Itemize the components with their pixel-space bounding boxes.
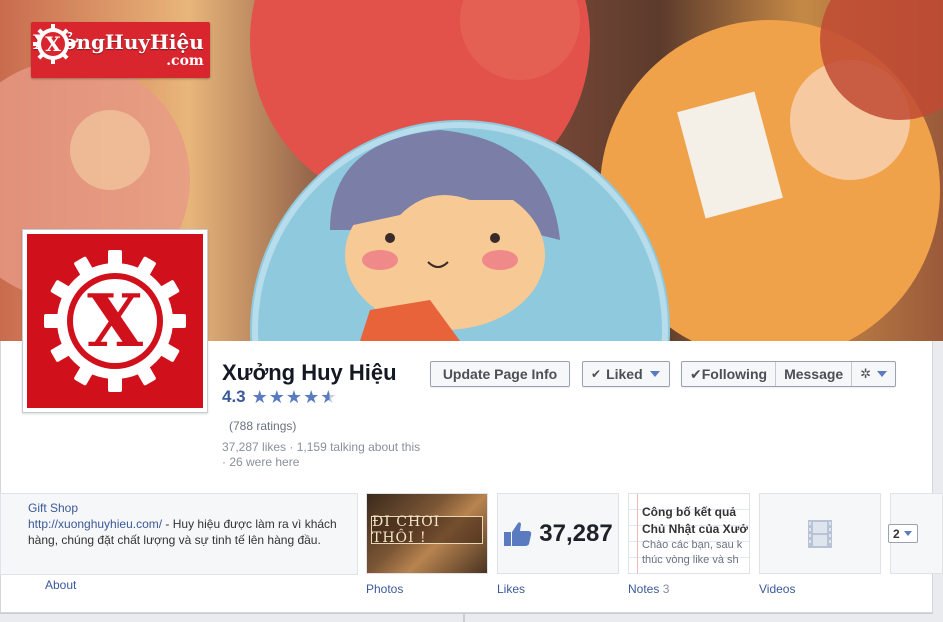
likes-count: 37,287	[539, 519, 613, 547]
note-title: Công bố kết quả Chủ Nhật của Xưở	[642, 504, 748, 538]
svg-text:X: X	[45, 32, 61, 56]
note-excerpt: Chào các bạn, sau k thúc vòng like và sh	[642, 538, 742, 568]
tab-videos[interactable]: Videos	[759, 582, 795, 596]
liked-label: Liked	[606, 366, 643, 382]
thumbs-up-icon	[504, 521, 532, 546]
photo-banner-text: ĐI CHƠI THÔI !	[371, 514, 483, 546]
notes-count: 3	[662, 582, 670, 596]
rating-stars: ★ ★ ★ ★ ★	[252, 388, 337, 406]
page-category[interactable]: Gift Shop	[28, 501, 347, 515]
note-excerpt-line: Chào các bạn, sau k	[642, 539, 743, 551]
svg-text:X: X	[87, 278, 143, 363]
film-icon	[808, 519, 832, 548]
message-button[interactable]: Message	[776, 362, 853, 386]
cover-logo: X XưởngHuyHiệu .com	[31, 22, 210, 78]
tab-notes-label: Notes	[628, 582, 660, 596]
check-icon: ✔	[690, 365, 702, 382]
about-box[interactable]: Gift Shop http://xuonghuyhieu.com/ - Huy…	[0, 493, 358, 575]
tab-about[interactable]: About	[45, 578, 76, 592]
rating-value: 4.3	[222, 387, 246, 406]
star-icon: ★	[303, 387, 320, 407]
page-description: http://xuonghuyhieu.com/ - Huy hiệu được…	[28, 516, 347, 548]
profile-picture[interactable]: X	[22, 229, 208, 413]
more-tabs-dropdown[interactable]: 2	[888, 524, 918, 543]
star-icon: ★	[268, 387, 285, 407]
message-label: Message	[784, 366, 844, 382]
liked-button[interactable]: ✔ Liked	[582, 361, 670, 387]
follow-message-group: ✔ Following Message ✲	[681, 361, 897, 387]
note-title-line: Công bố kết quả	[642, 505, 736, 519]
note-excerpt-line: thúc vòng like và sh	[642, 554, 739, 566]
following-label: Following	[701, 366, 768, 382]
tile-photos[interactable]: ĐI CHƠI THÔI !	[366, 493, 488, 574]
note-title-line: Chủ Nhật của Xưở	[642, 522, 748, 536]
check-icon: ✔	[591, 367, 602, 381]
notes-margin-line	[637, 494, 638, 573]
star-half-icon: ★	[320, 387, 337, 407]
page-stats: 37,287 likes · 1,159 talking about this …	[222, 440, 421, 469]
page-rating[interactable]: 4.3 ★ ★ ★ ★ ★	[222, 387, 336, 407]
tab-notes[interactable]: Notes 3	[628, 582, 669, 596]
tab-photos[interactable]: Photos	[366, 582, 403, 596]
divider	[0, 613, 933, 614]
following-button[interactable]: ✔ Following	[682, 362, 777, 386]
divider	[463, 614, 465, 622]
update-page-info-button[interactable]: Update Page Info	[430, 361, 570, 387]
tab-likes[interactable]: Likes	[497, 582, 525, 596]
update-page-info-label: Update Page Info	[442, 366, 558, 382]
chevron-down-icon	[649, 371, 660, 377]
settings-button[interactable]: ✲	[852, 362, 895, 386]
more-tabs-count: 2	[893, 526, 900, 541]
tile-videos[interactable]	[759, 493, 881, 574]
star-icon: ★	[251, 387, 268, 407]
gear-logo-icon: X	[33, 24, 73, 64]
gear-icon: ✲	[860, 366, 872, 381]
website-link[interactable]: http://xuonghuyhieu.com/	[28, 517, 162, 531]
chevron-down-icon	[877, 371, 888, 377]
ratings-count[interactable]: (788 ratings)	[229, 419, 296, 433]
gear-logo-icon: X	[44, 250, 186, 392]
chevron-down-icon	[903, 531, 912, 536]
tile-likes[interactable]: 37,287	[497, 493, 619, 574]
tile-notes[interactable]: Công bố kết quả Chủ Nhật của Xưở Chào cá…	[628, 493, 750, 574]
star-icon: ★	[285, 387, 303, 407]
page-title[interactable]: Xưởng Huy Hiệu	[222, 360, 397, 386]
